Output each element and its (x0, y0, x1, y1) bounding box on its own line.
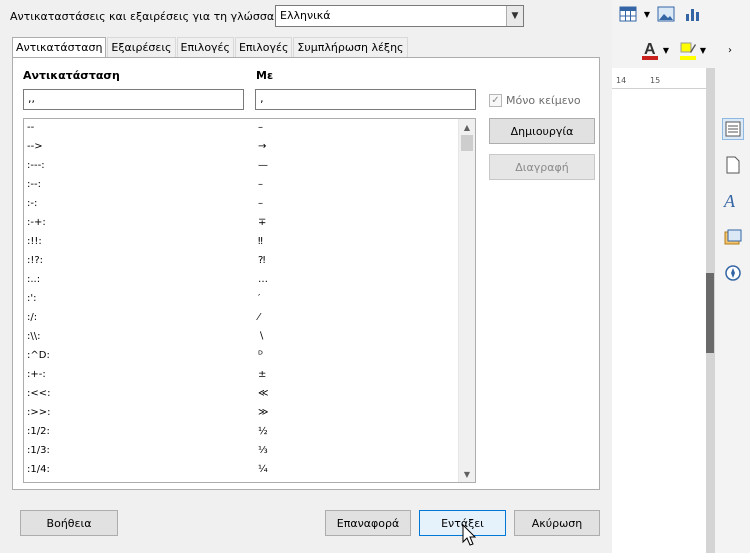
table-row[interactable]: :-: – (24, 196, 464, 215)
svg-text:A: A (644, 41, 656, 58)
gallery-icon[interactable] (722, 226, 744, 248)
table-icon[interactable] (618, 4, 638, 24)
navigator-icon[interactable] (722, 262, 744, 284)
chevron-right-icon[interactable]: › (720, 40, 740, 60)
table-row[interactable]: :/: ⁄ (24, 310, 464, 329)
table-row[interactable]: :..:… (24, 272, 464, 291)
properties-icon[interactable] (722, 118, 744, 140)
page-icon[interactable] (722, 154, 744, 176)
table-row[interactable]: :!?: ⁈ (24, 253, 464, 272)
table-row[interactable]: :---: — (24, 158, 464, 177)
cancel-button[interactable]: Ακύρωση (514, 510, 600, 536)
ruler-mark: 15 (650, 76, 661, 85)
writer-window: ▼ A ▼ ▼ › 14 15 A (612, 0, 750, 553)
language-value: Ελληνικά (280, 9, 331, 22)
splitter-grip[interactable] (706, 273, 714, 353)
language-label: Αντικαταστάσεις και εξαιρέσεις για τη γλ… (10, 10, 278, 23)
image-icon[interactable] (656, 4, 676, 24)
scroll-up-icon[interactable]: ▲ (459, 119, 475, 135)
replacement-list[interactable]: -- – --> → :---: — :--: – :-: – :-+: ∓ :!!: ‼ :… (23, 118, 476, 483)
tab-word-completion[interactable]: Συμπλήρωση λέξης (293, 37, 408, 58)
table-row[interactable]: :1/4: ¼ (24, 462, 464, 481)
checkmark-icon: ✓ (489, 94, 502, 107)
replace-panel: Αντικατάσταση Με ,, ‚ -- – --> → :---: — :-… (12, 57, 600, 490)
with-column-header: Με (256, 69, 274, 82)
table-row[interactable]: :1/3: ⅓ (24, 443, 464, 462)
table-row[interactable]: -- – (24, 120, 464, 139)
styles-icon[interactable]: A (722, 190, 744, 212)
table-row[interactable]: --> → (24, 139, 464, 158)
reset-button[interactable]: Επαναφορά (325, 510, 411, 536)
tab-options[interactable]: Επιλογές (176, 37, 234, 58)
main-toolbar: ▼ A ▼ ▼ (612, 0, 710, 68)
mouse-cursor-icon (462, 524, 477, 546)
table-row[interactable]: :>>: ≫ (24, 405, 464, 424)
ruler-mark: 14 (616, 76, 627, 85)
with-input[interactable]: ‚ (255, 89, 476, 110)
table-row[interactable]: :': ′ (24, 291, 464, 310)
chart-icon[interactable] (682, 4, 702, 24)
list-scrollbar[interactable]: ▲ ▼ (458, 119, 475, 482)
scroll-down-icon[interactable]: ▼ (459, 466, 475, 482)
replace-input[interactable]: ,, (23, 89, 244, 110)
font-color-dropdown-icon[interactable]: ▼ (660, 40, 672, 60)
table-row[interactable]: :^D: ᴰ (24, 348, 464, 367)
replace-column-header: Αντικατάσταση (23, 69, 120, 82)
tab-exceptions[interactable]: Εξαιρέσεις (107, 37, 176, 58)
table-row[interactable]: :-+: ∓ (24, 215, 464, 234)
document-area[interactable] (612, 90, 706, 553)
table-row[interactable]: :--: – (24, 177, 464, 196)
text-only-checkbox[interactable]: ✓ Μόνο κείμενο (489, 94, 581, 107)
text-only-label: Μόνο κείμενο (506, 94, 581, 107)
table-dropdown-icon[interactable]: ▼ (642, 4, 652, 24)
new-button[interactable]: Δημιουργία (489, 118, 595, 144)
help-button[interactable]: Βοήθεια (20, 510, 118, 536)
tab-localized-options[interactable]: Επιλογές (234, 37, 293, 58)
svg-text:A: A (723, 191, 736, 211)
table-row[interactable]: :!!: ‼ (24, 234, 464, 253)
tab-replace[interactable]: Αντικατάσταση (12, 37, 107, 59)
toolbar-overflow: › (710, 0, 750, 68)
autocorrect-dialog: Αντικαταστάσεις και εξαιρέσεις για τη γλ… (0, 0, 612, 553)
delete-button[interactable]: Διαγραφή (489, 154, 595, 180)
table-row[interactable]: :<<: ≪ (24, 386, 464, 405)
language-select[interactable]: Ελληνικά ▼ (275, 5, 524, 27)
table-row[interactable]: :1/2: ½ (24, 424, 464, 443)
highlight-dropdown-icon[interactable]: ▼ (698, 40, 708, 60)
table-row[interactable]: :\\: ∖ (24, 329, 464, 348)
horizontal-ruler: 14 15 (612, 75, 706, 89)
scroll-thumb[interactable] (461, 135, 473, 151)
chevron-down-icon[interactable]: ▼ (506, 6, 523, 26)
highlight-icon[interactable] (678, 40, 698, 60)
font-color-icon[interactable]: A (640, 40, 660, 60)
sidebar-deck: A (714, 68, 750, 553)
tab-bar: Αντικατάσταση Εξαιρέσεις Επιλογές Επιλογ… (12, 37, 409, 59)
table-row[interactable]: :+-: ± (24, 367, 464, 386)
sidebar-splitter[interactable] (706, 68, 714, 553)
